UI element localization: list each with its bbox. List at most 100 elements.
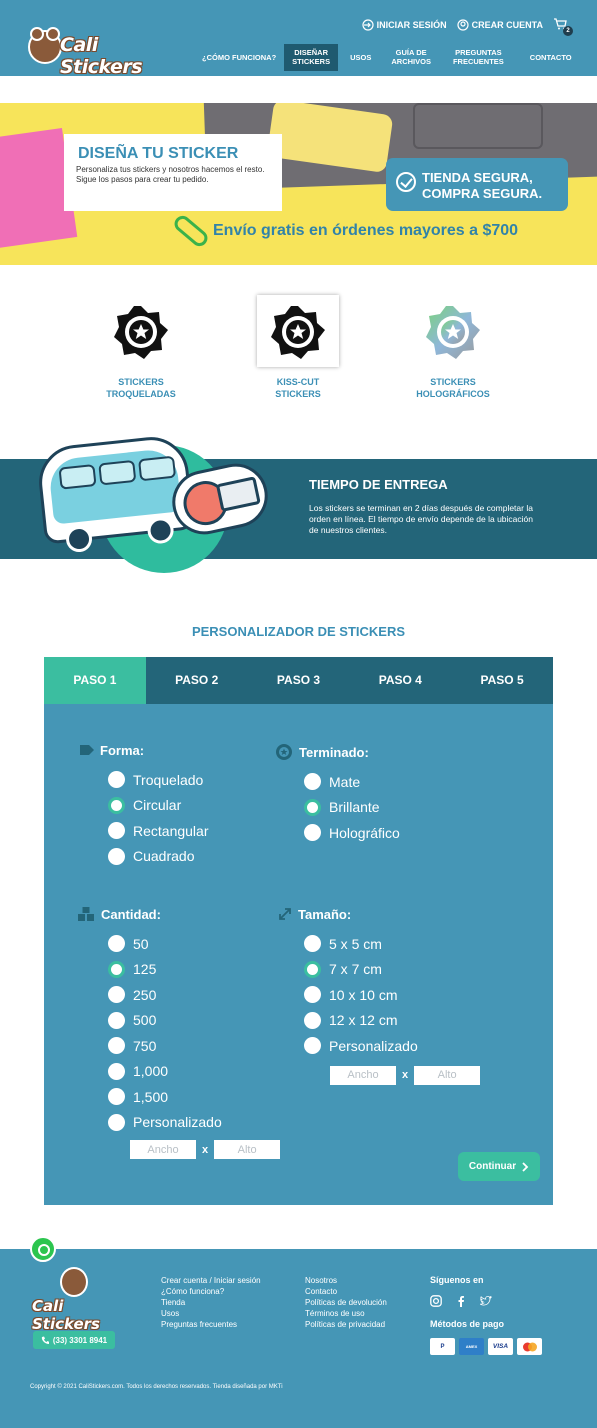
tab-paso-1[interactable]: PASO 1: [44, 657, 146, 704]
radio-button[interactable]: [304, 1011, 321, 1029]
cantidad-label: Cantidad:: [101, 906, 161, 922]
forma-option-rectangular[interactable]: Rectangular: [108, 818, 209, 844]
radio-button[interactable]: [304, 986, 321, 1004]
whatsapp-button[interactable]: [30, 1236, 56, 1262]
footer-link-about[interactable]: Nosotros: [305, 1275, 387, 1286]
radio-button[interactable]: [304, 824, 321, 842]
radio-button-selected[interactable]: [108, 960, 125, 978]
personalizer-panel: PASO 1 PASO 2 PASO 3 PASO 4 PASO 5 Forma…: [44, 657, 553, 1205]
footer-link-how[interactable]: ¿Cómo funciona?: [161, 1286, 261, 1297]
radio-button[interactable]: [108, 1062, 125, 1080]
tamano-option-personalizado[interactable]: Personalizado: [304, 1033, 480, 1059]
tab-paso-3[interactable]: PASO 3: [248, 657, 350, 704]
cantidad-option-50[interactable]: 50: [108, 931, 280, 957]
radio-button[interactable]: [108, 986, 125, 1004]
tamano-label: Tamaño:: [298, 906, 352, 922]
forma-option-troquelado[interactable]: Troquelado: [108, 767, 209, 793]
tamano-option-5x5[interactable]: 5 x 5 cm: [304, 931, 480, 957]
footer-link-store[interactable]: Tienda: [161, 1297, 261, 1308]
tab-paso-4[interactable]: PASO 4: [349, 657, 451, 704]
cantidad-height-input[interactable]: [214, 1140, 281, 1159]
tamano-option-7x7[interactable]: 7 x 7 cm: [304, 957, 480, 983]
radio-button[interactable]: [108, 847, 125, 865]
footer-link-uses[interactable]: Usos: [161, 1308, 261, 1319]
cantidad-group: Cantidad: 50 125 250 500 750 1,000 1,500…: [78, 905, 281, 1159]
radio-button[interactable]: [108, 935, 125, 953]
option-label: 250: [133, 986, 157, 1003]
van-sticker-image: [35, 433, 195, 554]
cantidad-option-1000[interactable]: 1,000: [108, 1059, 280, 1085]
option-label: Mate: [329, 773, 361, 790]
site-logo[interactable]: Cali Stickers: [28, 27, 174, 78]
main-nav: ¿CÓMO FUNCIONA? DISEÑAR STICKERS USOS GU…: [194, 44, 580, 71]
radio-button-selected[interactable]: [108, 796, 125, 814]
radio-button[interactable]: [108, 822, 125, 840]
signup-link[interactable]: CREAR CUENTA: [457, 19, 543, 31]
facebook-icon[interactable]: [455, 1294, 467, 1307]
nav-item-guia-archivos[interactable]: GUÍA DE ARCHIVOS: [383, 44, 439, 71]
tamano-height-input[interactable]: [414, 1065, 481, 1085]
instagram-icon[interactable]: [430, 1294, 442, 1307]
nav-item-como-funciona[interactable]: ¿CÓMO FUNCIONA?: [194, 45, 284, 70]
login-link[interactable]: INICIAR SESIÓN: [362, 19, 447, 31]
tab-paso-2[interactable]: PASO 2: [146, 657, 248, 704]
mastercard-icon: [517, 1338, 542, 1355]
forma-option-cuadrado[interactable]: Cuadrado: [108, 844, 209, 870]
terminado-label: Terminado:: [299, 744, 369, 760]
footer-link-faq[interactable]: Preguntas frecuentes: [161, 1319, 261, 1330]
cantidad-option-personalizado[interactable]: Personalizado: [108, 1110, 280, 1136]
follow-label: Síguenos en: [430, 1275, 484, 1285]
cantidad-option-500[interactable]: 500: [108, 1008, 280, 1034]
radio-button[interactable]: [108, 1037, 125, 1055]
footer-link-privacy[interactable]: Políticas de privacidad: [305, 1319, 387, 1330]
signup-label: CREAR CUENTA: [471, 20, 543, 30]
radio-button-selected[interactable]: [304, 798, 321, 816]
cantidad-option-250[interactable]: 250: [108, 982, 280, 1008]
nav-item-preguntas-frecuentes[interactable]: PREGUNTAS FRECUENTES: [439, 44, 518, 71]
nav-item-usos[interactable]: USOS: [338, 45, 383, 70]
radio-button[interactable]: [108, 771, 125, 789]
footer-link-terms[interactable]: Términos de uso: [305, 1308, 387, 1319]
cantidad-option-750[interactable]: 750: [108, 1033, 280, 1059]
radio-button[interactable]: [108, 1088, 125, 1106]
forma-option-circular[interactable]: Circular: [108, 793, 209, 819]
option-label: Troquelado: [133, 771, 204, 788]
tab-paso-5[interactable]: PASO 5: [451, 657, 553, 704]
terminado-option-brillante[interactable]: Brillante: [304, 795, 400, 821]
tamano-options: 5 x 5 cm 7 x 7 cm 10 x 10 cm 12 x 12 cm …: [304, 931, 481, 1085]
option-label: 125: [133, 961, 157, 978]
cantidad-width-input[interactable]: [130, 1140, 196, 1159]
account-links: INICIAR SESIÓN CREAR CUENTA 2: [362, 18, 573, 36]
terminado-option-holografico[interactable]: Holográfico: [304, 820, 400, 846]
footer-link-account[interactable]: Crear cuenta / Iniciar sesión: [161, 1275, 261, 1286]
tamano-option-12x12[interactable]: 12 x 12 cm: [304, 1008, 480, 1034]
radio-button[interactable]: [108, 1011, 125, 1029]
forma-label: Forma:: [100, 742, 145, 758]
footer-link-contact[interactable]: Contacto: [305, 1286, 387, 1297]
cantidad-option-1500[interactable]: 1,500: [108, 1084, 280, 1110]
type-label: STICKERS TROQUELADAS: [106, 377, 176, 399]
secure-line-2: COMPRA SEGURA.: [422, 186, 543, 201]
radio-button[interactable]: [304, 773, 321, 791]
footer-link-returns[interactable]: Políticas de devolución: [305, 1297, 387, 1308]
nav-item-disenar-stickers[interactable]: DISEÑAR STICKERS: [284, 44, 339, 71]
radio-button[interactable]: [108, 1113, 125, 1131]
twitter-icon[interactable]: [478, 1294, 493, 1306]
tamano-width-input[interactable]: [330, 1065, 396, 1085]
radio-button[interactable]: [304, 935, 321, 953]
cart-button[interactable]: 2: [553, 18, 573, 36]
phone-button[interactable]: (33) 3301 8941: [33, 1331, 115, 1349]
radio-button[interactable]: [304, 1037, 321, 1055]
terminado-option-mate[interactable]: Mate: [304, 769, 400, 795]
option-label: Cuadrado: [133, 848, 195, 865]
footer-logo[interactable]: Cali Stickers: [32, 1267, 122, 1333]
hero-title: DISEÑA TU STICKER: [78, 145, 239, 162]
continue-button[interactable]: Continuar: [458, 1152, 540, 1181]
radio-button-selected[interactable]: [304, 960, 321, 978]
nav-item-contacto[interactable]: CONTACTO: [518, 45, 580, 70]
cantidad-option-125[interactable]: 125: [108, 957, 280, 983]
tamano-option-10x10[interactable]: 10 x 10 cm: [304, 982, 480, 1008]
terminado-group: Terminado: Mate Brillante Holográfico: [275, 743, 400, 846]
times-sign: x: [402, 1069, 409, 1081]
option-label: Holográfico: [329, 824, 400, 841]
